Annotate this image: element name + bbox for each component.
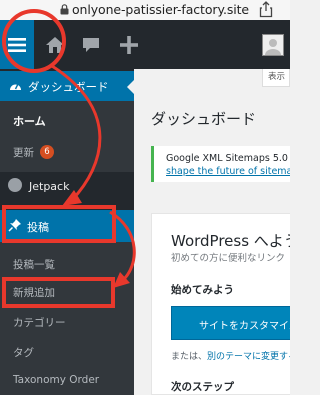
- or-text: または、: [171, 352, 208, 362]
- change-theme-text: または、別のテーマに変更する: [171, 349, 290, 362]
- sidebar-item-categories[interactable]: カテゴリー: [13, 315, 66, 330]
- comment-icon: [83, 37, 99, 52]
- sidebar-item-taxonomy-order[interactable]: Taxonomy Order: [13, 374, 99, 386]
- site-home-button[interactable]: [40, 20, 70, 69]
- screen-options-button[interactable]: 表示: [262, 69, 290, 87]
- comments-button[interactable]: [76, 20, 106, 69]
- avatar[interactable]: [262, 34, 284, 56]
- posts-highlight-box: [2, 205, 116, 243]
- sidebar-item-label: ダッシュボード: [28, 80, 109, 94]
- notice-link[interactable]: shape the future of sitemaps: [166, 166, 290, 177]
- share-icon[interactable]: [259, 1, 273, 18]
- current-arrow: [127, 80, 134, 94]
- user-icon: [265, 39, 281, 55]
- menu-icon: [8, 37, 26, 52]
- get-started-heading: 始めてみよう: [171, 284, 234, 296]
- add-new-highlight-box: [2, 277, 115, 308]
- new-content-button[interactable]: [112, 20, 146, 69]
- home-icon: [46, 36, 64, 53]
- sitemap-notice: Google XML Sitemaps 5.0 is shape the fut…: [151, 146, 290, 182]
- browser-url-bar[interactable]: onlyone-patissier-factory.site: [0, 0, 290, 21]
- welcome-title: WordPress へようこ: [171, 232, 290, 250]
- sidebar-item-home[interactable]: ホーム: [13, 113, 46, 129]
- admin-bar: [0, 20, 290, 69]
- sidebar-item-updates[interactable]: 更新: [13, 145, 34, 160]
- lock-icon: [60, 4, 69, 15]
- welcome-panel: WordPress へようこ 初めての方に便利なリンク 始めてみよう サイトをカ…: [151, 213, 290, 395]
- plus-icon: [120, 35, 138, 54]
- welcome-subtitle: 初めての方に便利なリンク: [171, 253, 286, 264]
- dashboard-submenu: [0, 101, 134, 172]
- page-title: ダッシュボード: [151, 110, 257, 128]
- notice-text: Google XML Sitemaps 5.0 is: [166, 153, 290, 164]
- sidebar-item-dashboard[interactable]: ダッシュボード: [0, 71, 134, 101]
- sidebar-item-tags[interactable]: タグ: [13, 345, 34, 360]
- customize-site-button[interactable]: サイトをカスタマイズ: [171, 306, 290, 340]
- next-steps-heading: 次のステップ: [171, 381, 234, 393]
- sidebar-item-jetpack[interactable]: Jetpack: [29, 180, 69, 193]
- update-count-badge: 6: [40, 145, 54, 159]
- jetpack-icon: [8, 178, 22, 192]
- url-text[interactable]: onlyone-patissier-factory.site: [72, 2, 249, 17]
- dashboard-icon: [10, 83, 21, 90]
- menu-toggle-button[interactable]: [0, 20, 34, 69]
- change-theme-link[interactable]: 別のテーマに変更する: [207, 352, 290, 362]
- sidebar-item-all-posts[interactable]: 投稿一覧: [13, 257, 55, 272]
